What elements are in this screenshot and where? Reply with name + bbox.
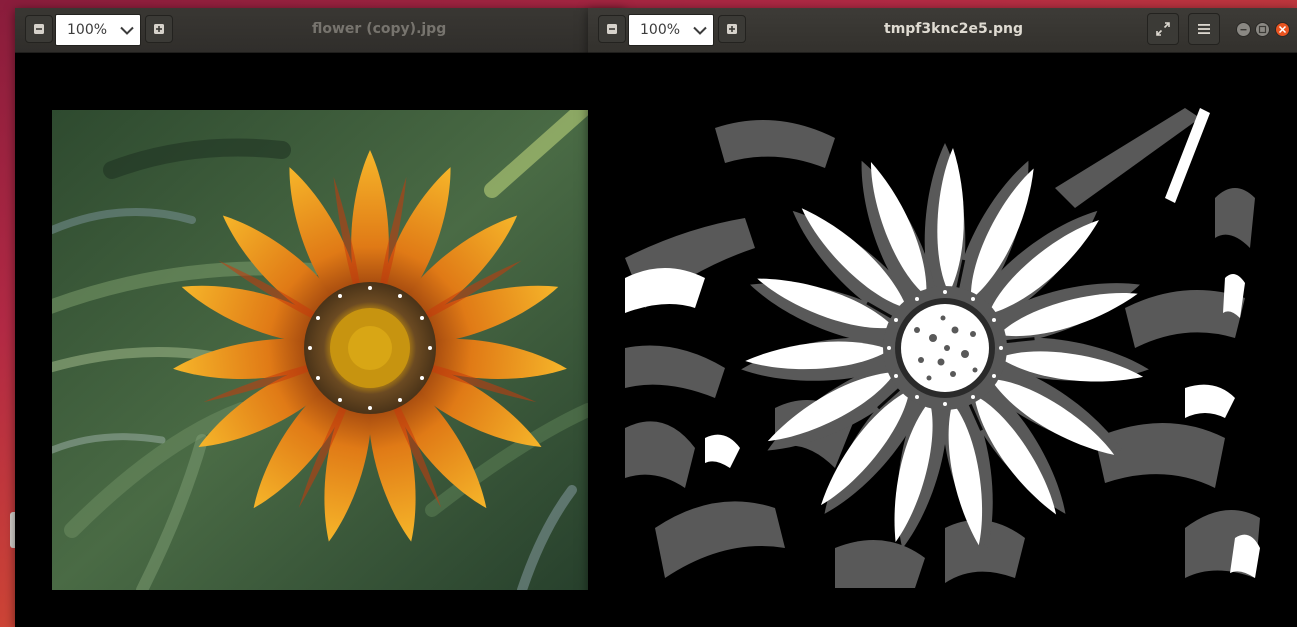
- header-bar: 100% flower (copy).jpg: [15, 8, 625, 53]
- close-icon: [1278, 25, 1287, 34]
- hamburger-menu-icon: [1198, 24, 1210, 34]
- minimize-button[interactable]: [1236, 22, 1251, 37]
- minimize-icon: [1240, 29, 1247, 31]
- zoom-level-combo[interactable]: 100%: [628, 14, 714, 46]
- image-viewer-window-processed: 100% tmpf3knc2e5.png: [588, 8, 1297, 627]
- chevron-down-icon[interactable]: [687, 26, 713, 35]
- image-viewer-window-flower: 100% flower (copy).jpg: [15, 8, 625, 627]
- zoom-in-button[interactable]: [718, 15, 746, 43]
- window-title: tmpf3knc2e5.png: [884, 21, 1024, 37]
- zoom-level-value: 100%: [67, 22, 108, 38]
- fullscreen-icon: [1156, 22, 1170, 36]
- maximize-icon: [1258, 25, 1267, 34]
- minus-icon: [34, 24, 44, 34]
- zoom-level-value: 100%: [640, 22, 681, 38]
- zoom-in-button[interactable]: [145, 15, 173, 43]
- zoom-out-button[interactable]: [598, 15, 626, 43]
- plus-icon: [727, 24, 737, 34]
- image-canvas[interactable]: [625, 108, 1265, 588]
- zoom-level-combo[interactable]: 100%: [55, 14, 141, 46]
- menu-button[interactable]: [1188, 13, 1220, 45]
- close-button[interactable]: [1275, 22, 1290, 37]
- zoom-out-button[interactable]: [25, 15, 53, 43]
- maximize-button[interactable]: [1255, 22, 1270, 37]
- header-bar: 100% tmpf3knc2e5.png: [588, 8, 1297, 53]
- chevron-down-icon[interactable]: [114, 26, 140, 35]
- minus-icon: [607, 24, 617, 34]
- posterized-flower-image: [625, 108, 1265, 588]
- image-canvas[interactable]: [52, 110, 588, 590]
- fullscreen-button[interactable]: [1147, 13, 1179, 45]
- window-title: flower (copy).jpg: [312, 21, 447, 37]
- plus-icon: [154, 24, 164, 34]
- flower-photo: [52, 110, 588, 590]
